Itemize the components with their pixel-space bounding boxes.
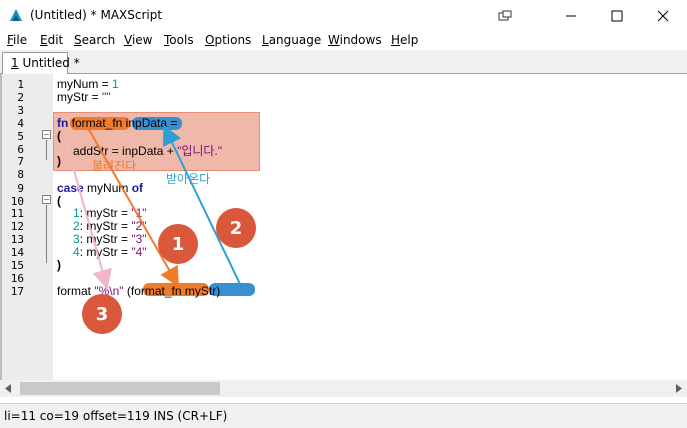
status-text: li=11 co=19 offset=119 INS (CR+LF) — [4, 409, 228, 423]
badge-2: 2 — [216, 208, 256, 248]
badge-1: 1 — [158, 224, 198, 264]
note-called: 불려진다 — [92, 159, 137, 173]
scroll-right-icon[interactable] — [675, 384, 683, 393]
horizontal-scrollbar[interactable] — [0, 380, 687, 397]
badge-3: 3 — [82, 294, 122, 334]
orange-arrow — [87, 127, 179, 288]
annotation-arrows — [65, 124, 241, 290]
scroll-thumb[interactable] — [20, 382, 220, 395]
status-bar: li=11 co=19 offset=119 INS (CR+LF) — [0, 403, 687, 428]
scroll-left-icon[interactable] — [4, 384, 12, 393]
note-received: 받아온다 — [166, 172, 211, 186]
